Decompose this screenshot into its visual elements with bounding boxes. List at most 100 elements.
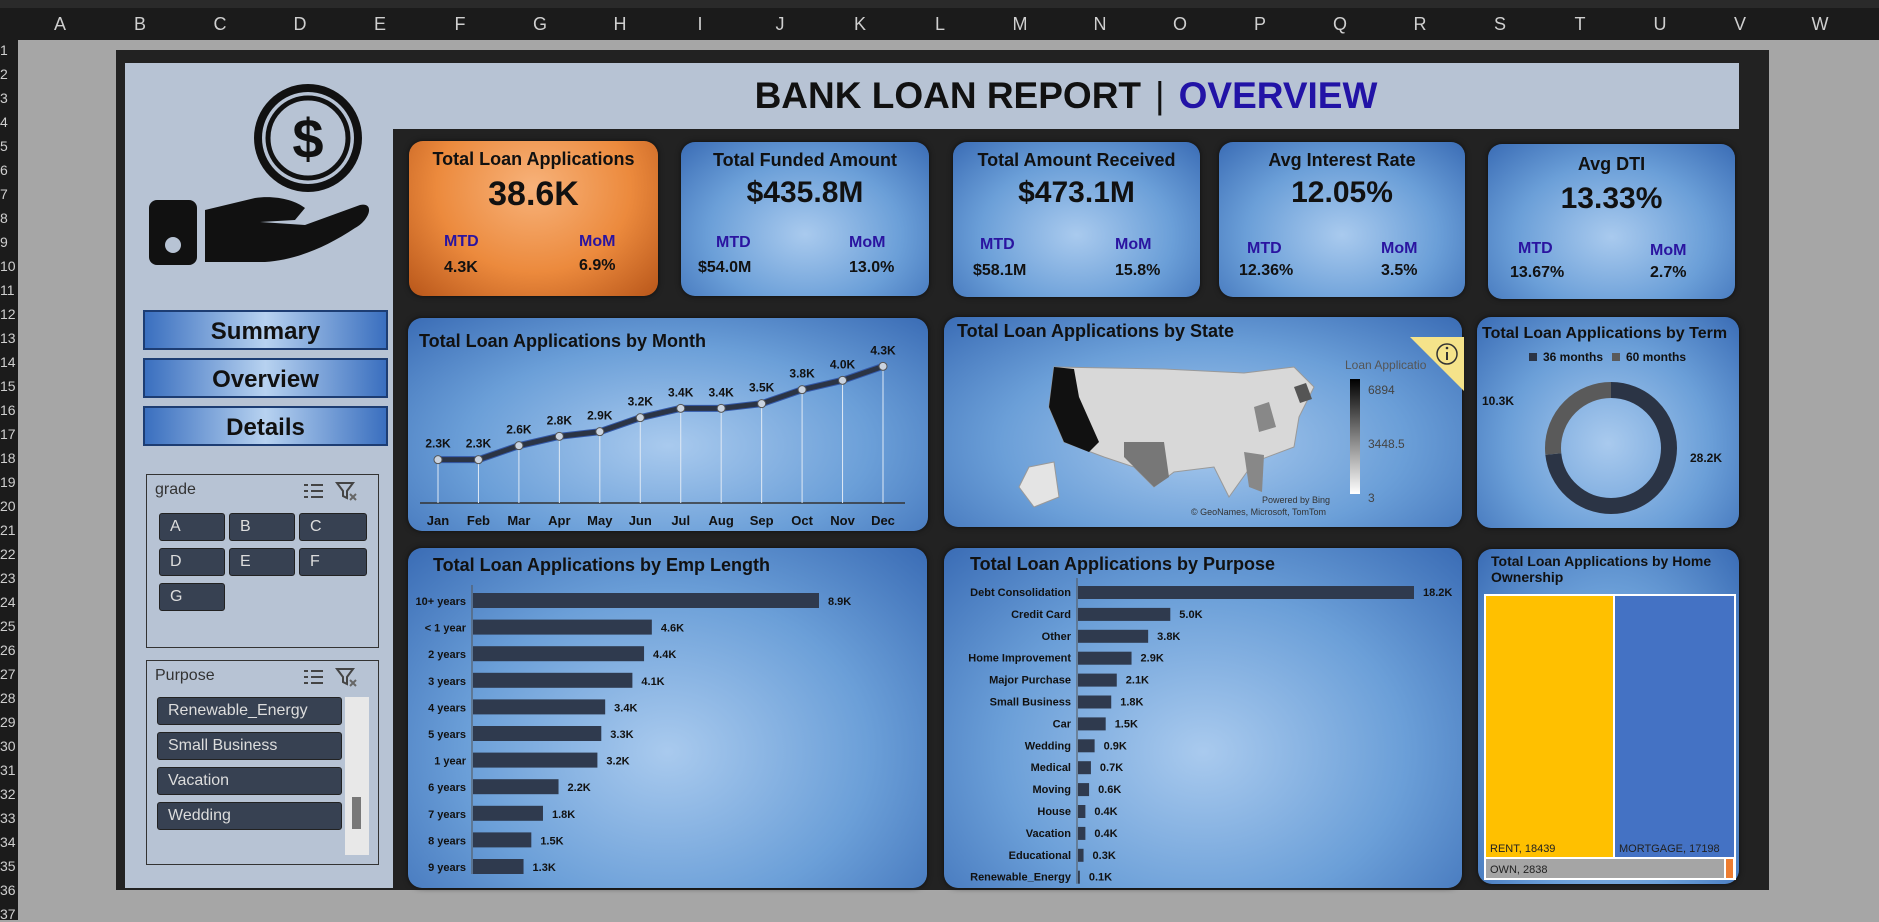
purpose-item[interactable]: Renewable_Energy	[157, 697, 342, 725]
x-tick-label: Aug	[709, 513, 734, 528]
column-letter[interactable]: S	[1460, 14, 1540, 35]
column-letter[interactable]: Q	[1300, 14, 1380, 35]
row-number[interactable]: 20	[0, 498, 18, 514]
info-icon[interactable]	[1410, 337, 1464, 391]
column-letter[interactable]: W	[1780, 14, 1860, 35]
row-number[interactable]: 30	[0, 738, 18, 754]
column-letter[interactable]: T	[1540, 14, 1620, 35]
multi-select-icon[interactable]	[302, 667, 326, 687]
row-number[interactable]: 16	[0, 402, 18, 418]
grade-f[interactable]: F	[299, 548, 367, 576]
data-label: 1.5K	[540, 835, 563, 847]
purpose-item[interactable]: Wedding	[157, 802, 342, 830]
bar	[1078, 739, 1095, 753]
row-number[interactable]: 1	[0, 42, 18, 58]
slicer-scrollbar[interactable]	[345, 697, 369, 855]
row-number[interactable]: 10	[0, 258, 18, 274]
data-label: 0.1K	[1089, 872, 1112, 884]
summary-button[interactable]: Summary	[143, 310, 388, 350]
row-number[interactable]: 23	[0, 570, 18, 586]
column-letter[interactable]: C	[180, 14, 260, 35]
kpi-mtd-value: 13.67%	[1510, 264, 1565, 281]
details-button[interactable]: Details	[143, 406, 388, 446]
column-letter[interactable]: K	[820, 14, 900, 35]
kpi-title: Total Loan Applications	[432, 149, 635, 169]
data-label: 4.3K	[870, 343, 896, 357]
column-letter[interactable]: M	[980, 14, 1060, 35]
row-number[interactable]: 21	[0, 522, 18, 538]
column-letter[interactable]: F	[420, 14, 500, 35]
row-number[interactable]: 22	[0, 546, 18, 562]
row-number[interactable]: 9	[0, 234, 18, 250]
column-letter[interactable]: B	[100, 14, 180, 35]
row-number[interactable]: 18	[0, 450, 18, 466]
row-number[interactable]: 24	[0, 594, 18, 610]
grade-c[interactable]: C	[299, 513, 367, 541]
row-number[interactable]: 2	[0, 66, 18, 82]
row-number[interactable]: 26	[0, 642, 18, 658]
row-number[interactable]: 5	[0, 138, 18, 154]
row-number[interactable]: 27	[0, 666, 18, 682]
column-letter[interactable]: G	[500, 14, 580, 35]
scrollbar-thumb[interactable]	[352, 797, 361, 829]
report-subtitle: OVERVIEW	[1178, 75, 1378, 116]
clear-filter-icon[interactable]	[335, 667, 359, 687]
row-number[interactable]: 29	[0, 714, 18, 730]
column-letter[interactable]: H	[580, 14, 660, 35]
row-number[interactable]: 7	[0, 186, 18, 202]
column-letter[interactable]: V	[1700, 14, 1780, 35]
row-number[interactable]: 8	[0, 210, 18, 226]
row-number[interactable]: 6	[0, 162, 18, 178]
column-letter[interactable]: U	[1620, 14, 1700, 35]
column-letter[interactable]: N	[1060, 14, 1140, 35]
row-number[interactable]: 13	[0, 330, 18, 346]
treemap-tile-small	[1726, 859, 1733, 878]
row-number[interactable]: 25	[0, 618, 18, 634]
bar	[1078, 651, 1132, 665]
purpose-item[interactable]: Vacation	[157, 767, 342, 795]
grade-a[interactable]: A	[159, 513, 225, 541]
clear-filter-icon[interactable]	[335, 481, 359, 501]
row-number[interactable]: 15	[0, 378, 18, 394]
column-letter[interactable]: I	[660, 14, 740, 35]
term-donut-chart: 36 months 60 months 28.2K 10.3K	[1482, 350, 1722, 514]
overview-button[interactable]: Overview	[143, 358, 388, 398]
row-number[interactable]: 17	[0, 426, 18, 442]
column-letter[interactable]: R	[1380, 14, 1460, 35]
multi-select-icon[interactable]	[302, 481, 326, 501]
column-letter[interactable]: O	[1140, 14, 1220, 35]
category-label: 3 years	[428, 676, 466, 688]
column-letter[interactable]: J	[740, 14, 820, 35]
category-label: 9 years	[428, 862, 466, 874]
grade-e[interactable]: E	[229, 548, 295, 576]
category-label: 8 years	[428, 835, 466, 847]
row-number[interactable]: 12	[0, 306, 18, 322]
column-letter[interactable]: P	[1220, 14, 1300, 35]
column-letter[interactable]: L	[900, 14, 980, 35]
row-number[interactable]: 3	[0, 90, 18, 106]
row-number[interactable]: 35	[0, 858, 18, 874]
row-number[interactable]: 19	[0, 474, 18, 490]
row-number[interactable]: 34	[0, 834, 18, 850]
data-label: 1.8K	[552, 809, 575, 821]
row-number[interactable]: 4	[0, 114, 18, 130]
data-point	[433, 455, 443, 465]
home-ownership-chart-card: Total Loan Applications by Home Ownershi…	[1478, 549, 1739, 884]
row-number[interactable]: 33	[0, 810, 18, 826]
bar	[473, 805, 543, 821]
legend-swatch	[1529, 353, 1537, 361]
row-number[interactable]: 14	[0, 354, 18, 370]
row-number[interactable]: 36	[0, 882, 18, 898]
kpi-mom-label: MoM	[1650, 242, 1687, 259]
grade-g[interactable]: G	[159, 583, 225, 611]
grade-d[interactable]: D	[159, 548, 225, 576]
row-number[interactable]: 28	[0, 690, 18, 706]
column-letter[interactable]: D	[260, 14, 340, 35]
purpose-item[interactable]: Small Business	[157, 732, 342, 760]
row-number[interactable]: 31	[0, 762, 18, 778]
row-number[interactable]: 11	[0, 282, 18, 298]
row-number[interactable]: 32	[0, 786, 18, 802]
column-letter[interactable]: A	[20, 14, 100, 35]
grade-b[interactable]: B	[229, 513, 295, 541]
column-letter[interactable]: E	[340, 14, 420, 35]
